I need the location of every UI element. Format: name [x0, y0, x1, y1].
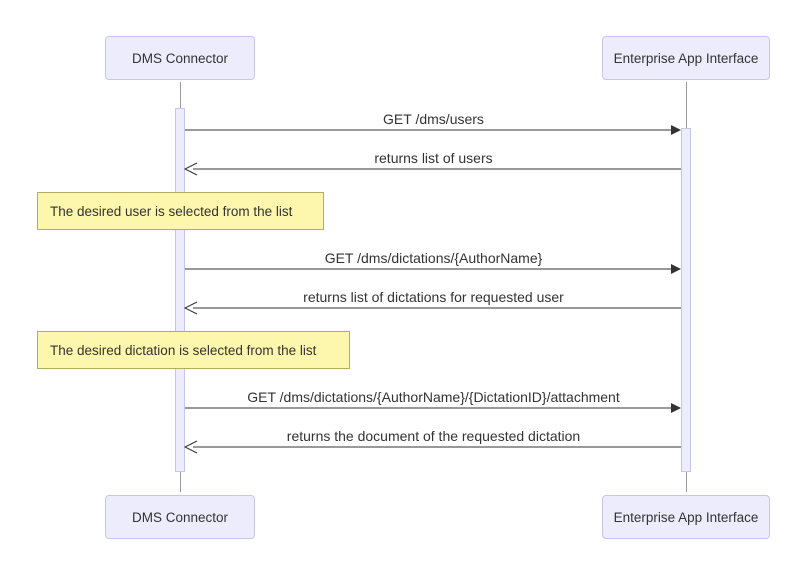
message-label: GET /dms/users	[185, 111, 682, 127]
activation-left	[175, 108, 185, 472]
participant-label: Enterprise App Interface	[614, 51, 759, 66]
arrow-right-icon	[185, 406, 681, 418]
participant-label: Enterprise App Interface	[614, 510, 759, 525]
message-label: returns list of users	[185, 150, 682, 166]
sequence-diagram: DMS Connector Enterprise App Interface G…	[0, 0, 797, 568]
arrow-left-icon	[185, 445, 681, 457]
participant-label: DMS Connector	[132, 51, 228, 66]
note-box: The desired dictation is selected from t…	[37, 331, 350, 369]
message-label: GET /dms/dictations/{AuthorName}/{Dictat…	[185, 389, 682, 405]
arrow-left-icon	[185, 167, 681, 179]
arrow-right-icon	[185, 267, 681, 279]
note-label: The desired dictation is selected from t…	[50, 343, 316, 358]
participant-dms-connector-top: DMS Connector	[105, 36, 255, 80]
arrow-left-icon	[185, 306, 681, 318]
activation-right	[681, 128, 691, 472]
note-box: The desired user is selected from the li…	[37, 192, 324, 230]
participant-enterprise-app-bottom: Enterprise App Interface	[602, 495, 770, 539]
note-label: The desired user is selected from the li…	[50, 204, 292, 219]
participant-dms-connector-bottom: DMS Connector	[105, 495, 255, 539]
message-label: returns list of dictations for requested…	[185, 289, 682, 305]
participant-enterprise-app-top: Enterprise App Interface	[602, 36, 770, 80]
message-label: returns the document of the requested di…	[185, 428, 682, 444]
participant-label: DMS Connector	[132, 510, 228, 525]
message-label: GET /dms/dictations/{AuthorName}	[185, 250, 682, 266]
arrow-right-icon	[185, 128, 681, 140]
